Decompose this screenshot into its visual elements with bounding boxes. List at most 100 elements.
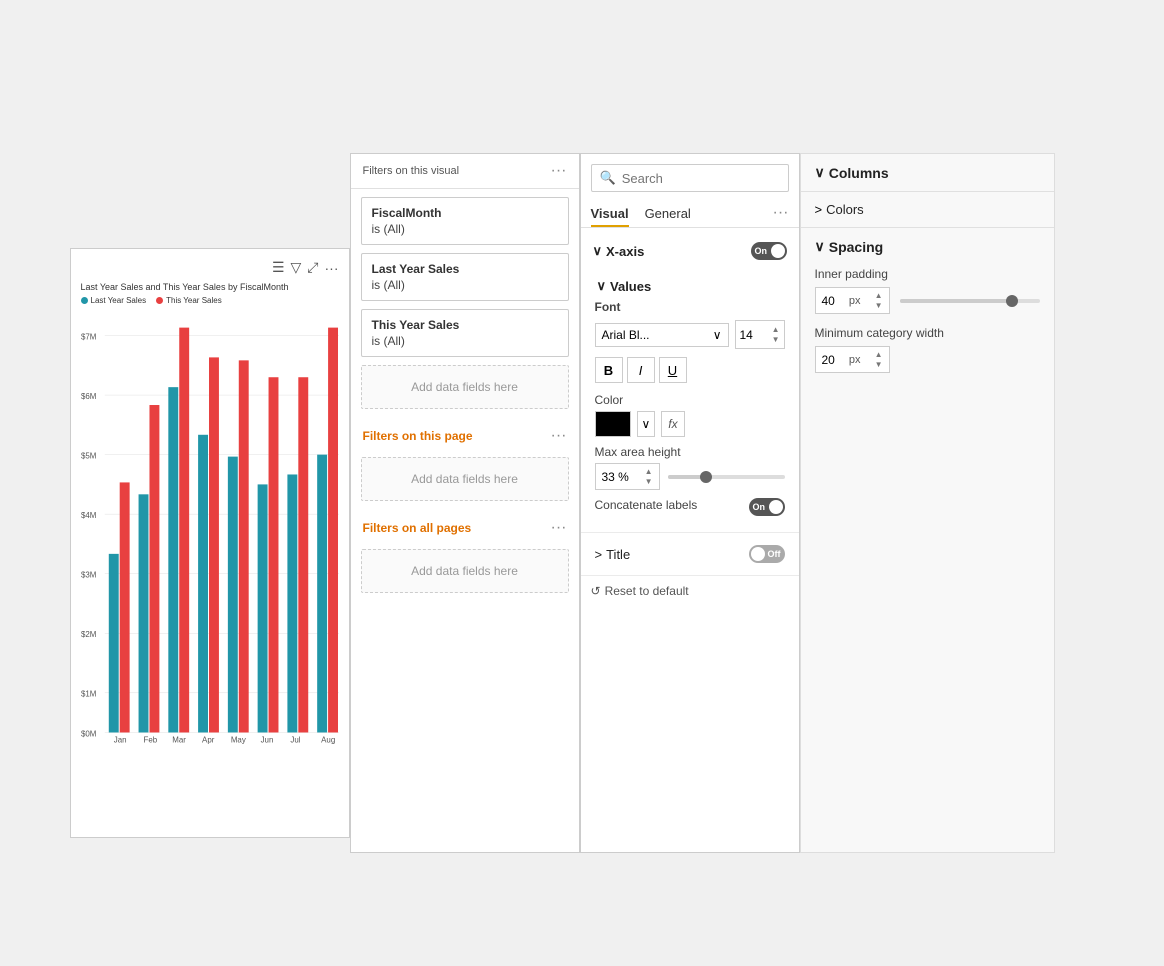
svg-text:$2M: $2M [81,630,96,639]
filters-visual-header: Filters on this visual ··· [351,154,579,189]
tab-visual[interactable]: Visual [591,198,629,227]
svg-text:Aug: Aug [321,735,335,744]
concatenate-toggle[interactable]: On [749,498,785,516]
xaxis-toggle[interactable]: On [751,242,787,260]
filters-all-title: Filters on all pages [363,521,472,535]
xaxis-section: ∨ X-axis On ∨ Values Font [581,228,799,533]
chevron-down-icon-columns: ∨ [815,164,825,181]
max-area-slider-thumb[interactable] [700,471,712,483]
inner-padding-input[interactable]: 40 px ▲ ▼ [815,287,890,314]
inner-padding-slider-track[interactable] [900,299,1040,303]
fx-button[interactable]: fx [661,411,684,437]
color-chevron[interactable]: ∨ [637,411,656,437]
inner-padding-thumb[interactable] [1006,295,1018,307]
font-field: Font Arial Bl... ∨ 14 ▲ ▼ [595,300,785,383]
concatenate-row: Concatenate labels On [595,498,785,516]
search-input[interactable] [622,171,780,186]
underline-button[interactable]: U [659,357,687,383]
title-toggle-knob [751,547,765,561]
values-header[interactable]: ∨ Values [595,272,785,300]
max-area-label: Max area height [595,445,785,459]
main-container: ☰ ▽ ⤢ ··· Last Year Sales and This Year … [70,153,1055,853]
color-field: Color ∨ fx [595,393,785,437]
min-category-slider-row: 20 px ▲ ▼ [815,346,1040,373]
filter-card-fiscal[interactable]: FiscalMonth is (All) [361,197,569,245]
filter-ty-value: is (All) [372,334,558,348]
inner-padding-label: Inner padding [815,267,1040,281]
legend-dot-ty [156,297,163,304]
legend-item-ly: Last Year Sales [81,296,147,305]
filter-add-page[interactable]: Add data fields here [361,457,569,501]
expand-icon[interactable]: ⤢ [307,259,318,276]
spacing-section: ∨ Spacing Inner padding 40 px ▲ ▼ [801,228,1054,395]
font-size-stepper[interactable]: ▲ ▼ [772,325,780,344]
search-icon: 🔍 [600,170,616,186]
svg-text:May: May [230,735,245,744]
svg-text:$3M: $3M [81,571,96,580]
svg-text:Apr: Apr [202,735,215,744]
svg-text:$5M: $5M [81,452,96,461]
search-bar[interactable]: 🔍 [591,164,789,192]
svg-text:Mar: Mar [172,735,186,744]
svg-text:Jan: Jan [113,735,126,744]
chart-legend: Last Year Sales This Year Sales [81,296,339,305]
chevron-icon: ∨ [713,328,722,342]
italic-button[interactable]: I [627,357,655,383]
values-subsection: ∨ Values Font Arial Bl... ∨ 14 [591,266,789,516]
svg-text:$6M: $6M [81,392,96,401]
tab-row: Visual General ··· [581,198,799,228]
max-area-stepper[interactable]: 33 % ▲ ▼ [595,463,660,490]
inner-padding-stepper[interactable]: ▲ ▼ [875,291,883,310]
min-category-label: Minimum category width [815,326,1040,340]
max-area-arrows[interactable]: ▲ ▼ [645,467,653,486]
values-title: ∨ Values [597,278,652,294]
legend-item-ty: This Year Sales [156,296,222,305]
filter-add-visual[interactable]: Add data fields here [361,365,569,409]
svg-text:$1M: $1M [81,690,96,699]
hamburger-icon[interactable]: ☰ [272,259,285,276]
tab-general[interactable]: General [645,198,691,227]
min-category-field: Minimum category width 20 px ▲ ▼ [815,326,1040,373]
filter-ly-value: is (All) [372,278,558,292]
reset-label: Reset to default [605,584,689,598]
filters-all-dots[interactable]: ··· [551,519,567,537]
title-toggle[interactable]: Off [749,545,785,563]
inner-padding-unit: px [849,295,861,307]
more-icon[interactable]: ··· [325,260,339,276]
filter-add-all[interactable]: Add data fields here [361,549,569,593]
font-select[interactable]: Arial Bl... ∨ [595,323,729,347]
min-category-input[interactable]: 20 px ▲ ▼ [815,346,890,373]
columns-section: ∨ Columns [801,154,1054,192]
min-category-stepper[interactable]: ▲ ▼ [875,350,883,369]
filter-ty-title: This Year Sales [372,318,558,332]
title-row[interactable]: > Title Off [593,537,787,571]
xaxis-header[interactable]: ∨ X-axis On [591,236,789,266]
svg-text:Jul: Jul [290,735,300,744]
title-label: > Title [595,547,631,562]
reset-row[interactable]: ↺ Reset to default [581,576,799,606]
colors-header[interactable]: > Colors [815,202,1040,217]
font-size-input[interactable]: 14 ▲ ▼ [735,320,785,349]
filter-fiscal-value: is (All) [372,222,558,236]
xaxis-title: ∨ X-axis [593,243,645,259]
filters-panel: Filters on this visual ··· FiscalMonth i… [350,153,580,853]
filter-icon[interactable]: ▽ [291,259,302,276]
tab-more-dots[interactable]: ··· [773,204,789,222]
max-area-slider-track[interactable] [668,475,785,479]
filters-page-dots[interactable]: ··· [551,427,567,445]
filters-visual-dots[interactable]: ··· [551,162,567,180]
title-toggle-label: Off [768,549,781,559]
color-swatch[interactable] [595,411,631,437]
svg-text:$4M: $4M [81,511,96,520]
legend-dot-ly [81,297,88,304]
svg-text:$0M: $0M [81,729,96,738]
spacing-title: ∨ Spacing [815,238,1040,255]
filter-card-ty[interactable]: This Year Sales is (All) [361,309,569,357]
inner-padding-fill [900,299,1012,303]
color-label: Color [595,393,785,407]
format-panel: 🔍 Visual General ··· ∨ X-axis On [580,153,800,853]
chevron-right-icon-colors: > [815,202,823,217]
bold-button[interactable]: B [595,357,623,383]
filter-card-ly[interactable]: Last Year Sales is (All) [361,253,569,301]
chevron-right-icon: > [595,547,603,562]
